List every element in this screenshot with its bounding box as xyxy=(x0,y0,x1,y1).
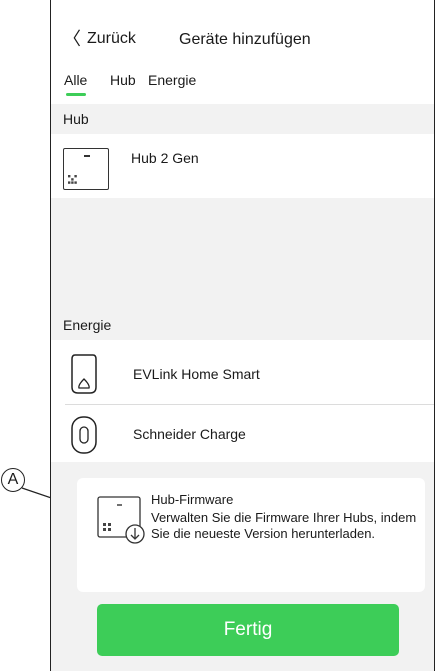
tab-hub[interactable]: Hub xyxy=(110,72,136,88)
evlink-charger-icon xyxy=(71,354,97,394)
firmware-title: Hub-Firmware xyxy=(151,492,234,507)
schneider-charger-icon xyxy=(71,416,97,454)
callout-label: A xyxy=(7,471,19,488)
hub-firmware-card[interactable]: Hub-Firmware Verwalten Sie die Firmware … xyxy=(77,478,425,592)
hub-firmware-download-icon xyxy=(97,496,145,544)
section-header-hub-label: Hub xyxy=(63,111,89,127)
back-label: Zurück xyxy=(87,30,136,47)
list-item-label: EVLink Home Smart xyxy=(133,366,260,382)
firmware-description: Verwalten Sie die Firmware Ihrer Hubs, i… xyxy=(151,510,417,541)
filter-tabs: Alle Hub Energie xyxy=(51,72,434,96)
back-button[interactable]: 〈 Zurück xyxy=(63,30,136,48)
list-item-evlink-home-smart[interactable]: EVLink Home Smart xyxy=(51,345,434,403)
list-item-label: Hub 2 Gen xyxy=(131,150,199,166)
section-header-energie-label: Energie xyxy=(63,317,112,333)
section-header-energie: Energie xyxy=(51,308,434,340)
hub-qr-icon xyxy=(63,148,109,190)
done-button[interactable]: Fertig xyxy=(97,604,399,656)
chevron-left-icon: 〈 xyxy=(63,29,81,49)
section-header-hub: Hub xyxy=(51,104,434,134)
tab-energie[interactable]: Energie xyxy=(148,72,196,88)
navigation-bar: 〈 Zurück Geräte hinzufügen xyxy=(51,28,434,58)
list-item-label: Schneider Charge xyxy=(133,426,246,442)
phone-screen: 〈 Zurück Geräte hinzufügen Alle Hub Ener… xyxy=(50,0,435,671)
list-item-schneider-charge[interactable]: Schneider Charge xyxy=(51,405,434,463)
tab-alle[interactable]: Alle xyxy=(64,72,87,88)
section-spacer xyxy=(51,198,434,308)
callout-marker-a: A xyxy=(1,468,25,492)
active-tab-indicator xyxy=(66,93,86,96)
list-item-hub-2-gen[interactable]: Hub 2 Gen xyxy=(51,134,434,198)
page-title: Geräte hinzufügen xyxy=(179,31,311,48)
